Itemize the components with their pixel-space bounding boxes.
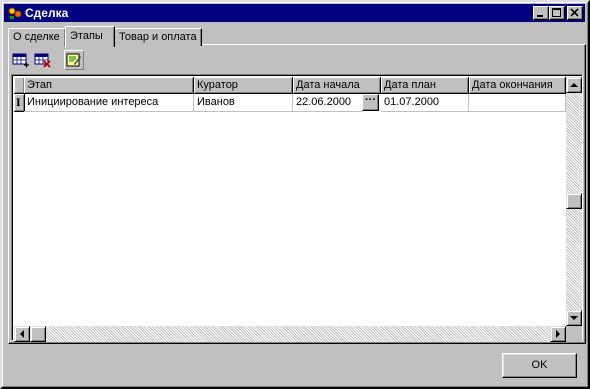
tab-stages[interactable]: Этапы — [65, 26, 115, 47]
table-cell[interactable]: Инициирование интереса — [24, 94, 194, 112]
column-header-end-date[interactable]: Дата окончания — [469, 77, 566, 94]
window-title: Сделка — [25, 6, 69, 20]
delete-row-button[interactable] — [33, 50, 53, 70]
maximize-button[interactable] — [549, 6, 565, 20]
scroll-left-button[interactable] — [14, 326, 30, 342]
column-header-stage[interactable]: Этап — [24, 77, 194, 94]
deal-window: Сделка О сделке Этапы Товар и оплата Эта… — [0, 0, 590, 389]
ellipsis-button[interactable]: ··· — [362, 94, 379, 111]
column-header-start-date[interactable]: Дата начала — [293, 77, 381, 94]
column-header-curator[interactable]: Куратор — [194, 77, 293, 94]
vertical-scrollbar[interactable] — [566, 77, 582, 326]
scroll-right-button[interactable] — [550, 326, 566, 342]
close-button[interactable] — [567, 6, 583, 20]
minimize-icon — [537, 15, 543, 17]
scrollbar-corner — [566, 326, 582, 342]
delete-row-icon — [34, 53, 51, 68]
app-icon — [8, 7, 22, 19]
arrow-left-icon — [20, 330, 24, 338]
edit-document-icon — [66, 53, 81, 67]
stages-grid[interactable]: Этап Куратор Дата начала Дата план Дата … — [11, 74, 583, 342]
horizontal-scroll-thumb[interactable] — [30, 326, 46, 342]
edit-row-button[interactable] — [64, 50, 84, 70]
column-header-plan-date[interactable]: Дата план — [381, 77, 469, 94]
maximize-icon — [552, 8, 561, 17]
arrow-down-icon — [570, 316, 578, 320]
current-row-marker: I — [16, 95, 21, 109]
vertical-scroll-thumb[interactable] — [566, 193, 582, 209]
tab-goods-payment[interactable]: Товар и оплата — [114, 28, 202, 46]
arrow-up-icon — [570, 83, 578, 87]
title-bar[interactable]: Сделка — [4, 4, 585, 22]
arrow-right-icon — [556, 330, 560, 338]
ok-button[interactable]: OK — [502, 353, 577, 378]
scroll-down-button[interactable] — [566, 310, 582, 326]
table-cell[interactable] — [469, 94, 566, 112]
tab-about-deal[interactable]: О сделке — [8, 28, 66, 46]
table-cell[interactable]: Иванов — [194, 94, 293, 112]
date-input[interactable]: 22.06.2000 — [293, 94, 363, 112]
add-row-button[interactable] — [11, 50, 31, 70]
scroll-up-button[interactable] — [566, 77, 582, 93]
horizontal-scrollbar[interactable] — [14, 326, 566, 342]
minimize-button[interactable] — [533, 6, 549, 20]
table-cell[interactable]: 01.07.2000 — [381, 94, 469, 112]
add-row-icon — [12, 53, 29, 68]
close-icon — [570, 8, 579, 17]
